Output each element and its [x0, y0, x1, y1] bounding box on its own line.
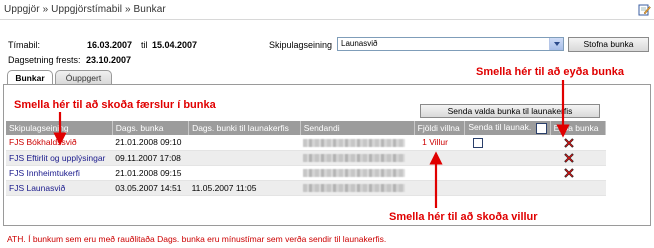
batch-table: Skipulagseining Dags. bunka Dags. bunki …: [6, 121, 607, 196]
delete-icon[interactable]: [564, 153, 574, 163]
row-sent-date: [188, 150, 301, 166]
col-header-batch-date[interactable]: Dags. bunka: [112, 121, 190, 135]
row-errors-link[interactable]: 1 Villur: [414, 135, 465, 151]
planning-unit-select[interactable]: Launasvið: [337, 37, 564, 51]
row-sent-date: [188, 135, 301, 151]
row-errors: [414, 150, 465, 166]
table-row: FJS Eftirlit og upplýsingar 09.11.2007 1…: [6, 150, 606, 166]
sender-redacted: [303, 154, 406, 163]
tab-bunkar[interactable]: Bunkar: [7, 70, 53, 85]
row-send-cell: [464, 165, 551, 181]
planning-unit-label: Skipulagseining: [269, 40, 333, 50]
row-send-cell: [464, 150, 551, 166]
tab-ouppgert[interactable]: Óuppgert: [55, 70, 112, 85]
chevron-down-icon[interactable]: [549, 38, 563, 50]
col-header-send-label: Senda til launak.: [468, 122, 532, 133]
col-header-sent-date[interactable]: Dags. bunki til launakerfis: [188, 121, 301, 135]
row-errors: [414, 165, 465, 181]
row-delete-cell: [550, 150, 606, 166]
row-sender: [300, 150, 415, 166]
row-sender: [300, 180, 415, 196]
row-delete-cell: [550, 165, 606, 181]
row-unit-link[interactable]: FJS Eftirlit og upplýsingar: [6, 150, 113, 166]
row-unit-link[interactable]: FJS Bókhaldssvið: [6, 135, 113, 151]
row-unit-link[interactable]: FJS Innheimtukerfi: [6, 165, 113, 181]
delete-icon[interactable]: [564, 137, 574, 148]
row-delete-cell: [550, 135, 606, 151]
sender-redacted: [303, 169, 406, 178]
table-row: FJS Bókhaldssvið 21.01.2008 09:10 1 Vill…: [6, 135, 606, 151]
deadline-label: Dagsetning frests:: [8, 55, 81, 65]
period-from: 16.03.2007: [87, 40, 133, 50]
col-header-sender[interactable]: Sendandi: [300, 121, 415, 135]
row-sender: [300, 135, 415, 151]
annotation-view-records: Smella hér til að skoða færslur í bunka: [14, 99, 216, 111]
row-batch-date: 21.01.2008 09:15: [112, 165, 189, 181]
sender-redacted: [303, 139, 406, 147]
period-to: 15.04.2007: [152, 40, 198, 50]
row-delete-cell: [550, 180, 606, 196]
send-checkbox[interactable]: [472, 137, 483, 148]
col-header-delete[interactable]: Eyða bunka: [550, 121, 607, 135]
row-batch-date: 09.11.2007 17:08: [112, 150, 189, 166]
col-header-send: Senda til launak.: [464, 121, 551, 135]
period-to-word: til: [141, 40, 148, 50]
row-send-cell: [464, 180, 551, 196]
row-sent-date: [188, 165, 301, 181]
row-sender: [300, 165, 415, 181]
table-header-row: Skipulagseining Dags. bunka Dags. bunki …: [6, 121, 607, 135]
col-header-unit[interactable]: Skipulagseining: [6, 121, 113, 135]
col-header-errors[interactable]: Fjöldi villna: [414, 121, 466, 135]
period-label: Tímabil:: [8, 40, 41, 50]
delete-icon[interactable]: [564, 168, 574, 178]
breadcrumb: Uppgjör » Uppgjörstímabil » Bunkar: [4, 4, 166, 15]
deadline-value: 23.10.2007: [86, 55, 132, 65]
row-batch-date: 21.01.2008 09:10: [112, 135, 189, 151]
select-all-checkbox[interactable]: [535, 122, 547, 134]
create-batch-button[interactable]: Stofna bunka: [568, 37, 649, 52]
planning-unit-selected: Launasvið: [341, 39, 378, 48]
annotation-view-errors: Smella hér til að skoða villur: [389, 211, 538, 223]
table-row: FJS Innheimtukerfi 21.01.2008 09:15: [6, 165, 606, 181]
annotation-delete-batch: Smella hér til að eyða bunka: [476, 66, 624, 78]
row-errors: [414, 180, 465, 196]
row-batch-date: 03.05.2007 14:51: [112, 180, 189, 196]
row-sent-date: 11.05.2007 11:05: [188, 180, 301, 196]
footnote: ATH. Í bunkum sem eru með rauðlitaða Dag…: [7, 234, 387, 244]
sender-redacted: [303, 184, 406, 193]
send-selected-button[interactable]: Senda valda bunka til launakerfis: [420, 104, 600, 118]
edit-icon[interactable]: [638, 3, 651, 16]
row-unit-link[interactable]: FJS Launasvið: [6, 180, 113, 196]
table-row: FJS Launasvið 03.05.2007 14:51 11.05.200…: [6, 180, 606, 196]
row-send-cell: [464, 135, 551, 151]
